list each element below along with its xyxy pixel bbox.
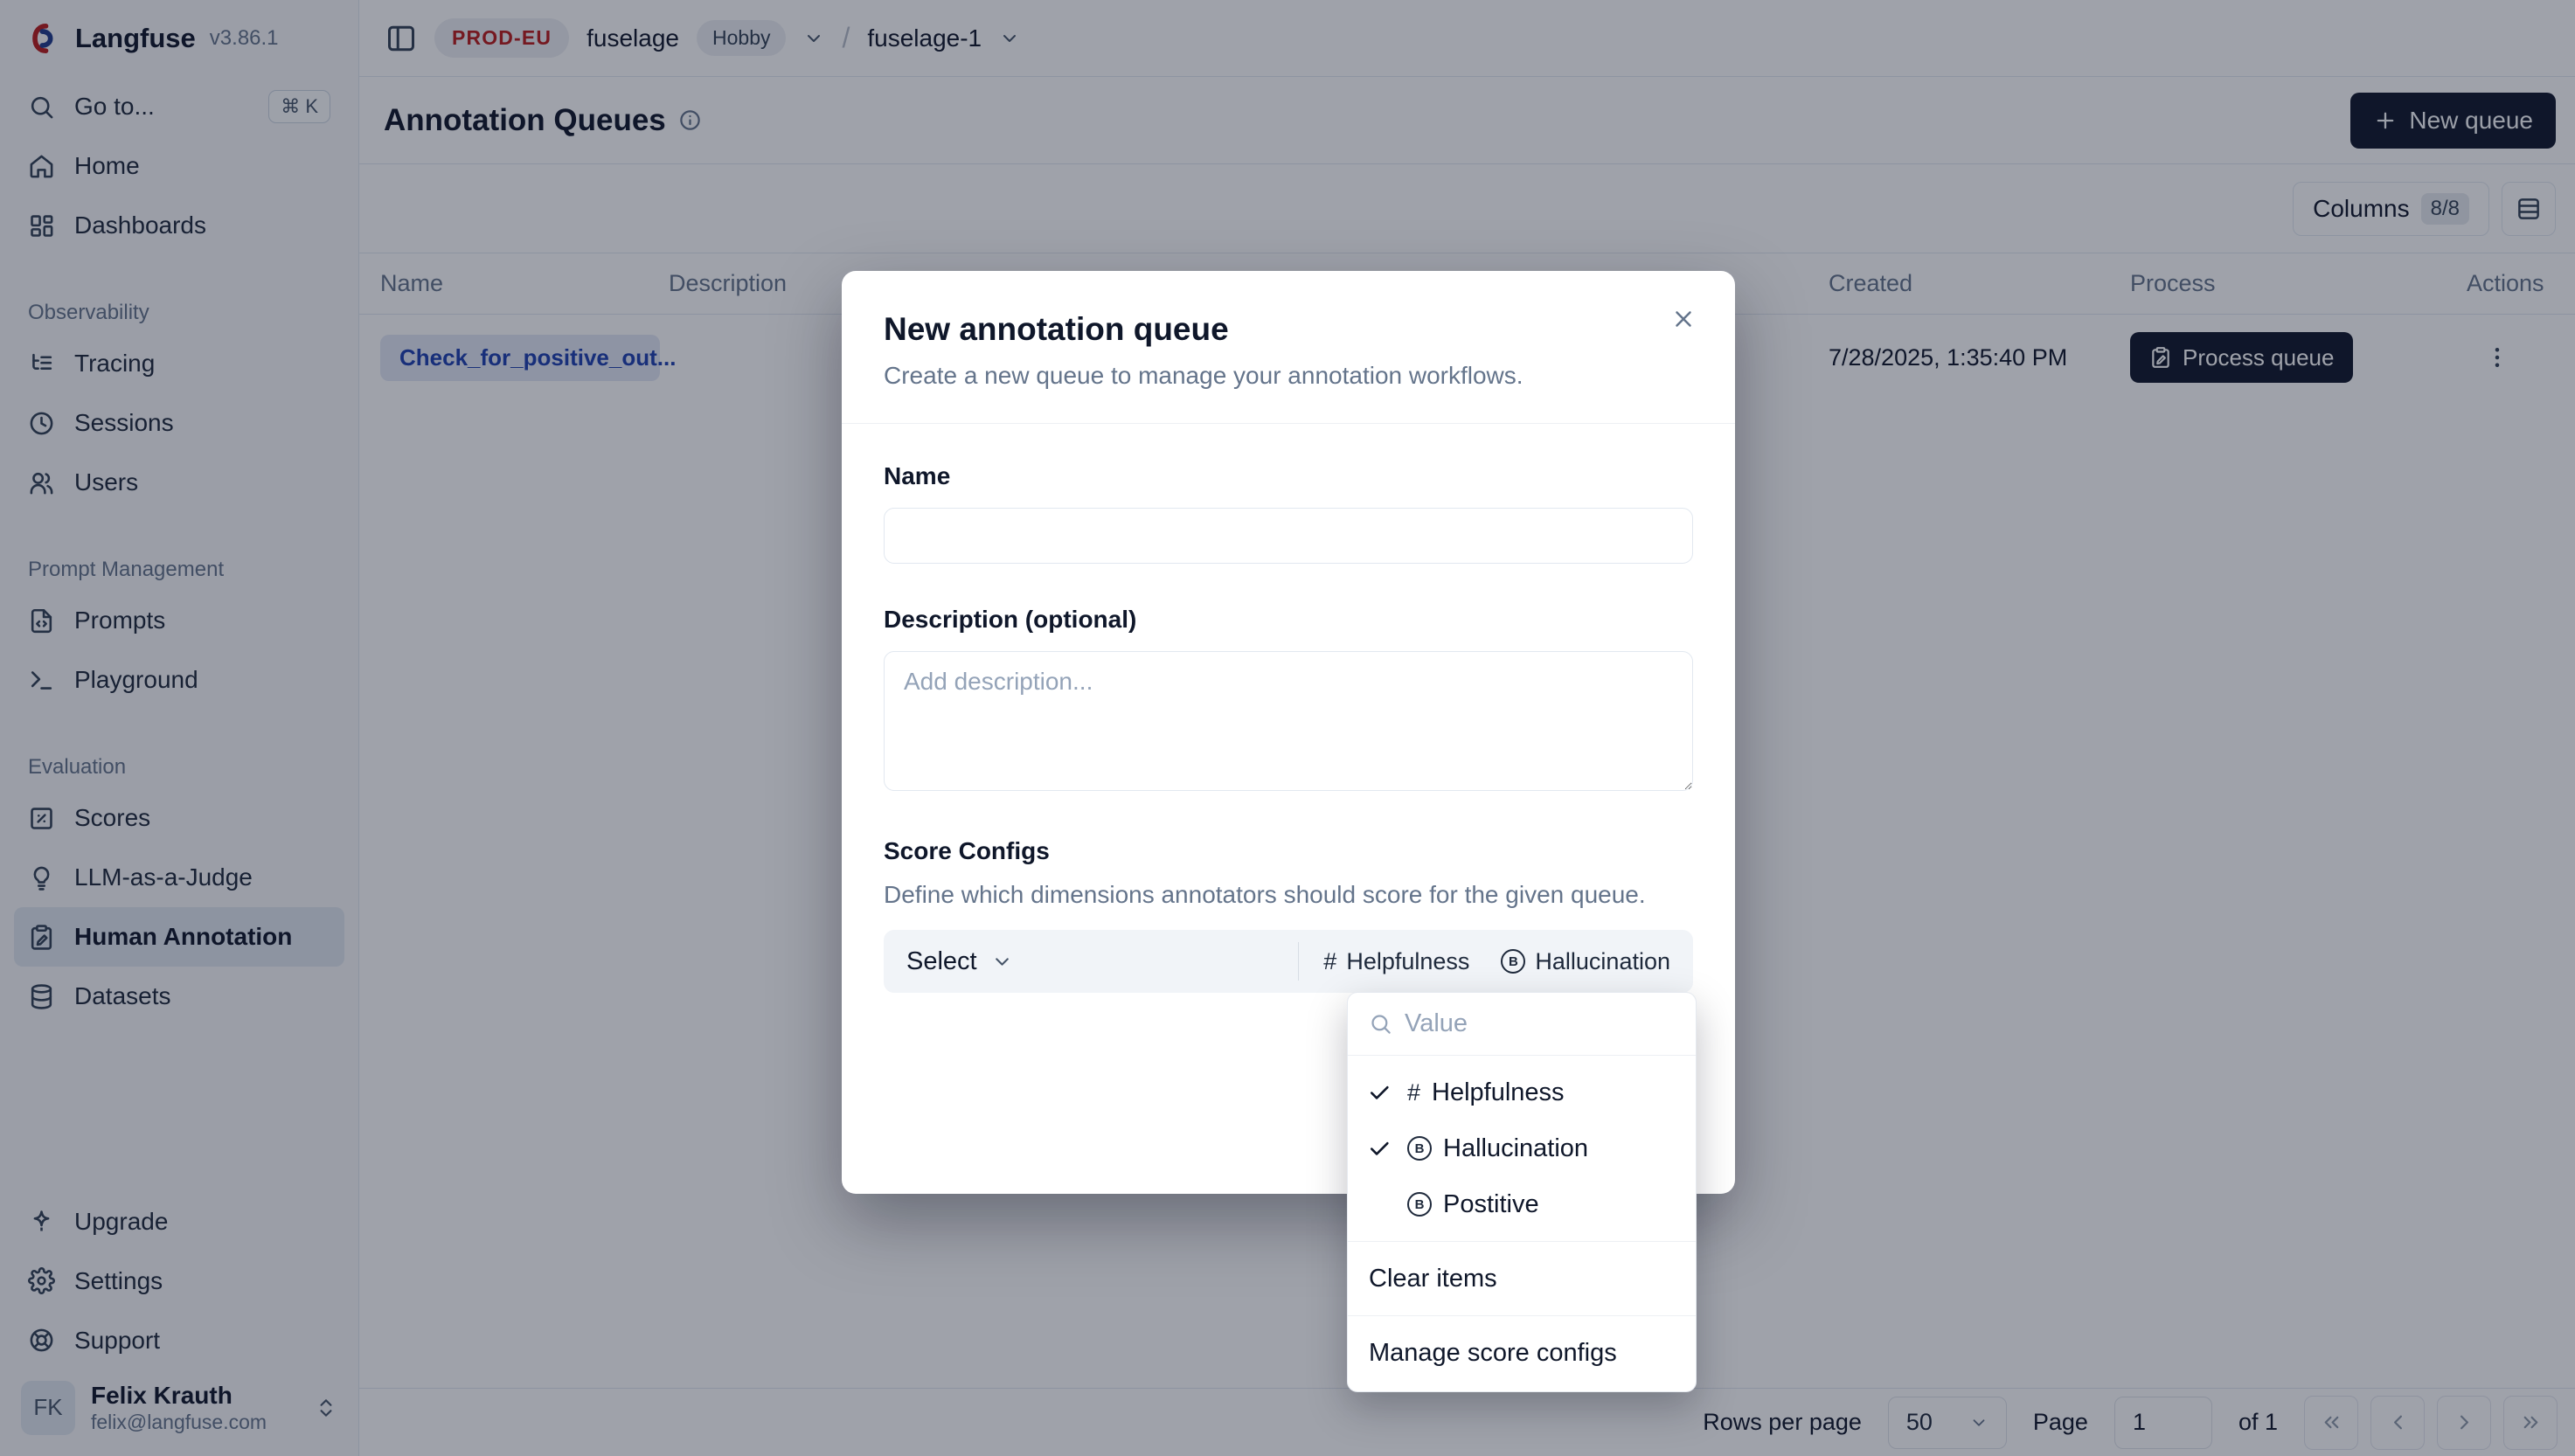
score-configs-help: Define which dimensions annotators shoul… bbox=[884, 881, 1693, 909]
check-icon bbox=[1367, 1080, 1407, 1105]
boolean-type-icon: B bbox=[1407, 1192, 1432, 1217]
selected-score-badge: # Helpfulness bbox=[1323, 948, 1469, 975]
numeric-type-icon: # bbox=[1407, 1079, 1420, 1106]
boolean-type-icon: B bbox=[1407, 1136, 1432, 1161]
close-icon[interactable] bbox=[1665, 301, 1702, 337]
score-configs-label: Score Configs bbox=[884, 837, 1693, 865]
scrollbar-thumb[interactable] bbox=[1357, 1391, 1664, 1392]
boolean-type-icon: B bbox=[1501, 949, 1525, 974]
dropdown-option-postitive[interactable]: B Postitive bbox=[1355, 1176, 1689, 1232]
dropdown-divider bbox=[1348, 1315, 1696, 1316]
score-configs-select[interactable]: Select # Helpfulness B Hallucination bbox=[884, 930, 1693, 993]
manage-score-configs-button[interactable]: Manage score configs bbox=[1348, 1321, 1696, 1384]
selected-score-badge: B Hallucination bbox=[1501, 948, 1670, 975]
name-field-label: Name bbox=[884, 462, 1693, 490]
dropdown-search-input[interactable] bbox=[1405, 1009, 1675, 1038]
search-icon bbox=[1369, 1012, 1392, 1036]
dropdown-divider bbox=[1348, 1241, 1696, 1242]
horizontal-scrollbar bbox=[1357, 1391, 1687, 1392]
select-separator bbox=[1298, 942, 1299, 981]
clear-items-button[interactable]: Clear items bbox=[1348, 1247, 1696, 1310]
score-configs-dropdown: # Helpfulness B Hallucination B Postitiv… bbox=[1347, 992, 1697, 1392]
modal-header: New annotation queue Create a new queue … bbox=[842, 271, 1735, 424]
description-field-label: Description (optional) bbox=[884, 606, 1693, 634]
queue-description-textarea[interactable] bbox=[884, 651, 1693, 791]
check-icon bbox=[1367, 1136, 1407, 1161]
chevron-down-icon bbox=[991, 951, 1013, 973]
dropdown-search bbox=[1348, 993, 1696, 1056]
queue-name-input[interactable] bbox=[884, 508, 1693, 564]
dropdown-option-helpfulness[interactable]: # Helpfulness bbox=[1355, 1064, 1689, 1120]
dropdown-option-hallucination[interactable]: B Hallucination bbox=[1355, 1120, 1689, 1176]
modal-title: New annotation queue bbox=[884, 311, 1693, 348]
modal-subtitle: Create a new queue to manage your annota… bbox=[884, 362, 1693, 390]
modal-body: Name Description (optional) Score Config… bbox=[842, 424, 1735, 993]
numeric-type-icon: # bbox=[1323, 948, 1336, 975]
